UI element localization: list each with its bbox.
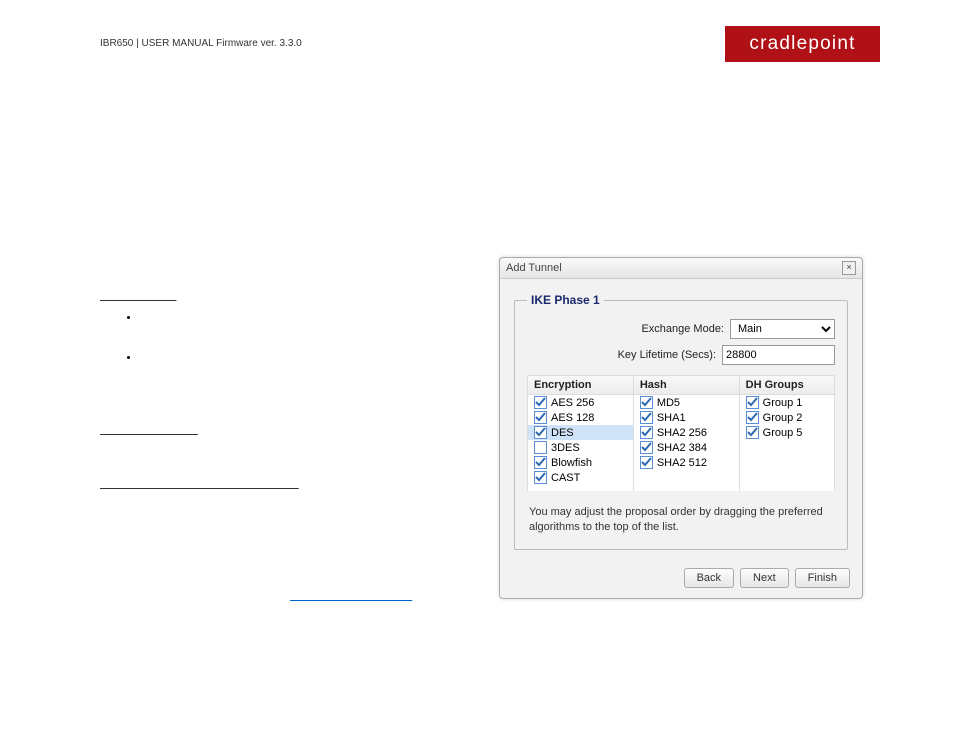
- manual-body-text: item item: [100, 290, 470, 602]
- hash-checkbox[interactable]: [640, 441, 653, 454]
- dh-group-checkbox[interactable]: [746, 396, 759, 409]
- encryption-checkbox[interactable]: [534, 441, 547, 454]
- hash-item[interactable]: SHA2 512: [634, 455, 739, 470]
- hash-label: SHA1: [657, 412, 686, 424]
- algorithm-columns: Encryption AES 256 AES 128 DES 3DES Blowfish…: [527, 375, 835, 491]
- hash-label: MD5: [657, 397, 680, 409]
- encryption-label: AES 128: [551, 412, 594, 424]
- hash-checkbox[interactable]: [640, 411, 653, 424]
- dh-group-item[interactable]: Group 2: [740, 410, 834, 425]
- exchange-mode-select[interactable]: Main: [730, 319, 835, 339]
- encryption-item[interactable]: DES: [528, 425, 633, 440]
- hash-header: Hash: [634, 376, 739, 395]
- encryption-column: Encryption AES 256 AES 128 DES 3DES Blowfish…: [527, 375, 633, 491]
- hash-label: SHA2 256: [657, 427, 707, 439]
- ike-phase1-fieldset: IKE Phase 1 Exchange Mode: Main Key Life…: [514, 293, 848, 550]
- encryption-checkbox[interactable]: [534, 456, 547, 469]
- dialog-footer: Back Next Finish: [500, 560, 862, 598]
- dh-column: DH Groups Group 1 Group 2 Group 5: [739, 375, 835, 491]
- hash-checkbox[interactable]: [640, 426, 653, 439]
- encryption-label: DES: [551, 427, 574, 439]
- encryption-item[interactable]: CAST: [528, 470, 633, 485]
- encryption-header: Encryption: [528, 376, 633, 395]
- key-lifetime-input[interactable]: [722, 345, 835, 365]
- close-icon[interactable]: ×: [842, 261, 856, 275]
- back-button[interactable]: Back: [684, 568, 734, 588]
- hash-label: SHA2 512: [657, 457, 707, 469]
- page-header: IBR650 | USER MANUAL Firmware ver. 3.3.0: [100, 38, 302, 49]
- hash-column: Hash MD5 SHA1 SHA2 256 SHA2 384 SHA2 512: [633, 375, 739, 491]
- dh-group-checkbox[interactable]: [746, 411, 759, 424]
- hash-item[interactable]: SHA2 384: [634, 440, 739, 455]
- encryption-label: 3DES: [551, 442, 580, 454]
- hash-item[interactable]: MD5: [634, 395, 739, 410]
- encryption-item[interactable]: AES 256: [528, 395, 633, 410]
- encryption-checkbox[interactable]: [534, 426, 547, 439]
- encryption-label: AES 256: [551, 397, 594, 409]
- proposal-hint: You may adjust the proposal order by dra…: [529, 505, 833, 535]
- add-tunnel-dialog: Add Tunnel × IKE Phase 1 Exchange Mode: …: [499, 257, 863, 599]
- encryption-label: CAST: [551, 472, 580, 484]
- brand-logo: cradlepoint: [725, 26, 880, 62]
- next-button[interactable]: Next: [740, 568, 789, 588]
- hash-label: SHA2 384: [657, 442, 707, 454]
- dh-group-item[interactable]: Group 5: [740, 425, 834, 440]
- dh-group-label: Group 1: [763, 397, 803, 409]
- encryption-checkbox[interactable]: [534, 411, 547, 424]
- dialog-title-text: Add Tunnel: [506, 262, 562, 274]
- encryption-item[interactable]: AES 128: [528, 410, 633, 425]
- encryption-checkbox[interactable]: [534, 396, 547, 409]
- dh-group-item[interactable]: Group 1: [740, 395, 834, 410]
- ike-phase1-legend: IKE Phase 1: [527, 293, 604, 307]
- encryption-item[interactable]: Blowfish: [528, 455, 633, 470]
- dh-group-label: Group 2: [763, 412, 803, 424]
- encryption-checkbox[interactable]: [534, 471, 547, 484]
- encryption-item[interactable]: 3DES: [528, 440, 633, 455]
- hash-checkbox[interactable]: [640, 396, 653, 409]
- dh-group-label: Group 5: [763, 427, 803, 439]
- hash-item[interactable]: SHA2 256: [634, 425, 739, 440]
- hash-item[interactable]: SHA1: [634, 410, 739, 425]
- key-lifetime-label: Key Lifetime (Secs):: [618, 349, 716, 361]
- encryption-label: Blowfish: [551, 457, 592, 469]
- hash-checkbox[interactable]: [640, 456, 653, 469]
- dialog-titlebar[interactable]: Add Tunnel ×: [500, 258, 862, 279]
- dh-group-checkbox[interactable]: [746, 426, 759, 439]
- exchange-mode-label: Exchange Mode:: [641, 323, 724, 335]
- finish-button[interactable]: Finish: [795, 568, 850, 588]
- dh-header: DH Groups: [740, 376, 834, 395]
